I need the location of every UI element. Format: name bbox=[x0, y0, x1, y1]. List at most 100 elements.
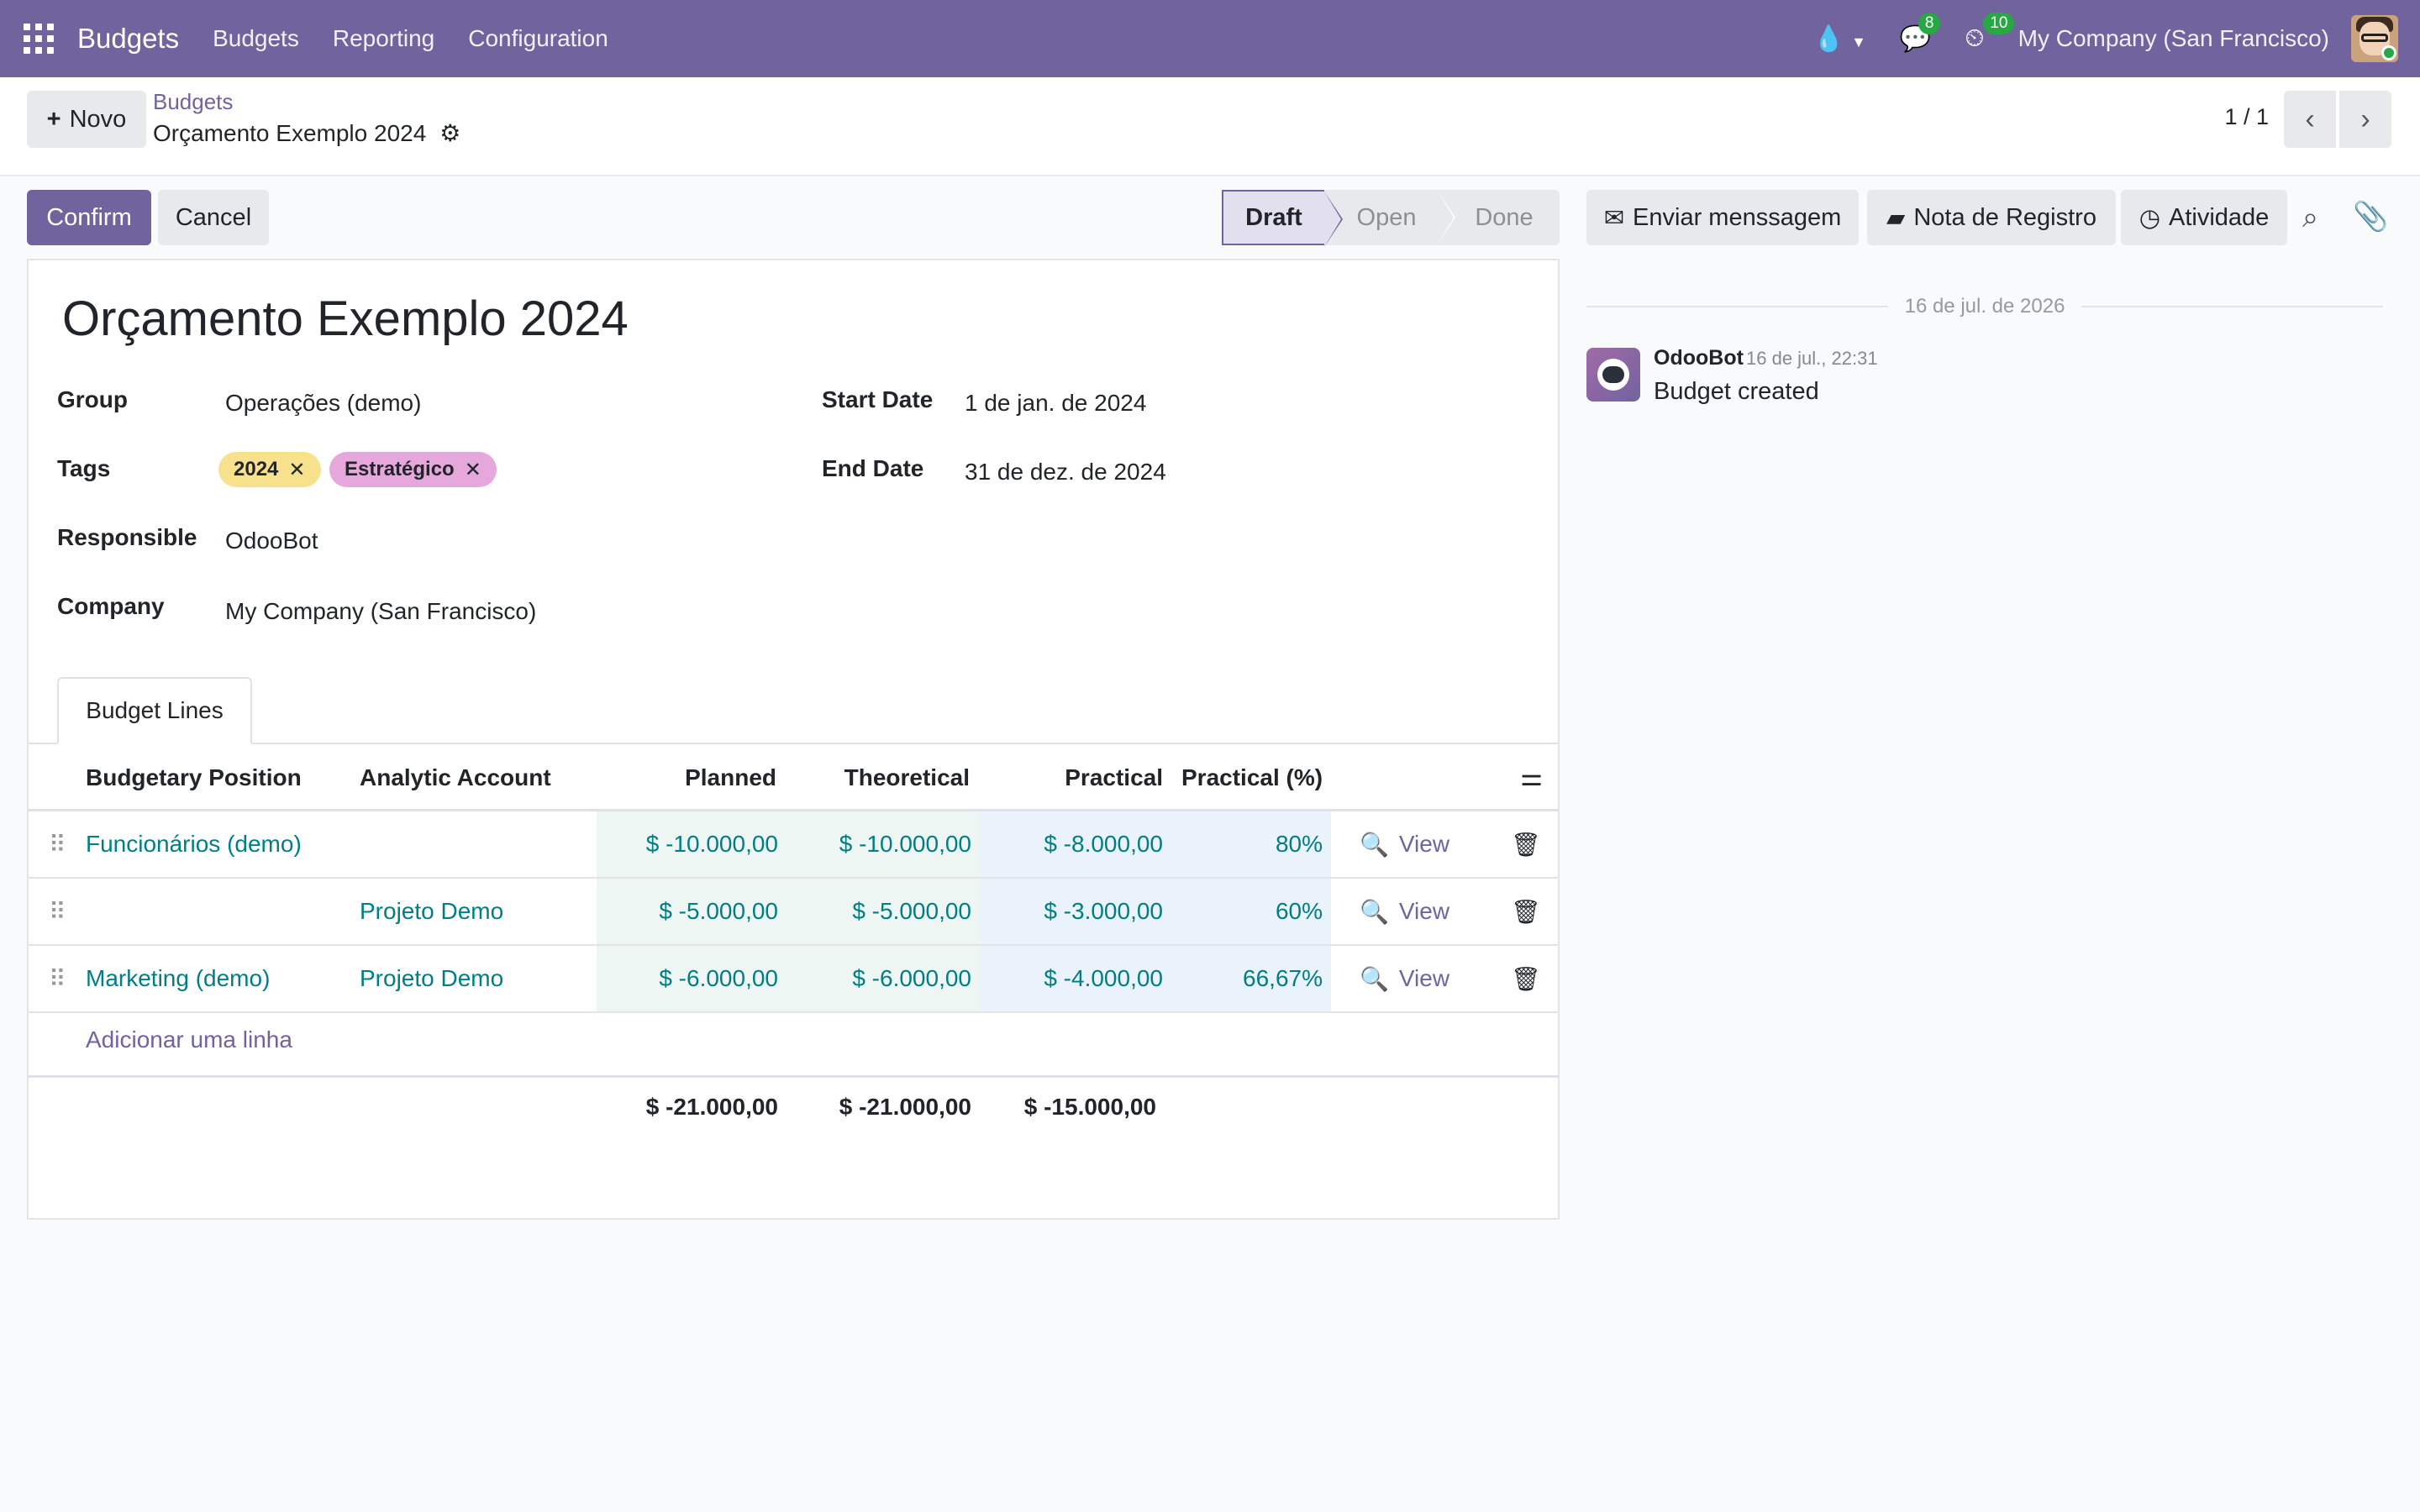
user-avatar[interactable] bbox=[2351, 15, 2398, 62]
start-date-label: Start Date bbox=[822, 386, 934, 412]
search-icon[interactable]: ⌕ bbox=[2302, 202, 2318, 234]
tags-label: Tags bbox=[57, 455, 111, 481]
budget-title[interactable]: Orçamento Exemplo 2024 bbox=[62, 291, 629, 347]
company-switcher[interactable]: My Company (San Francisco) bbox=[2018, 25, 2329, 52]
pager-previous-button[interactable]: ‹ bbox=[2284, 91, 2336, 148]
row-position[interactable] bbox=[86, 879, 363, 944]
row-planned[interactable]: $ -5.000,00 bbox=[597, 879, 786, 944]
cancel-button[interactable]: Cancel bbox=[158, 190, 269, 245]
group-field[interactable]: Operações (demo) bbox=[225, 390, 421, 417]
clock-icon: ◷ bbox=[2139, 204, 2160, 232]
col-practical-percent[interactable]: Practical (%) bbox=[1181, 764, 1323, 791]
row-percent: 80% bbox=[1171, 811, 1331, 877]
zoom-icon: 🔍 bbox=[1360, 898, 1389, 925]
breadcrumb-parent[interactable]: Budgets bbox=[153, 89, 233, 115]
row-percent: 60% bbox=[1171, 879, 1331, 944]
row-planned[interactable]: $ -6.000,00 bbox=[597, 946, 786, 1011]
drag-handle-icon[interactable]: ⠿ bbox=[49, 879, 66, 944]
add-line-link[interactable]: Adicionar uma linha bbox=[86, 1026, 292, 1053]
log-note-button[interactable]: ▰ Nota de Registro bbox=[1867, 190, 2116, 245]
send-message-button[interactable]: ✉ Enviar menssagem bbox=[1586, 190, 1859, 245]
drag-handle-icon[interactable]: ⠿ bbox=[49, 811, 66, 877]
responsible-label: Responsible bbox=[57, 524, 197, 550]
message-time: 16 de jul., 22:31 bbox=[1746, 348, 1878, 369]
row-account[interactable]: Projeto Demo bbox=[360, 946, 612, 1011]
odoobot-avatar[interactable] bbox=[1586, 348, 1640, 402]
activity-button[interactable]: ◷ Atividade bbox=[2121, 190, 2287, 245]
total-practical: $ -15.000,00 bbox=[1023, 1094, 1156, 1120]
menu-reporting[interactable]: Reporting bbox=[333, 25, 434, 52]
row-planned[interactable]: $ -10.000,00 bbox=[597, 811, 786, 877]
chevron-left-icon: ‹ bbox=[2305, 102, 2315, 135]
row-practical: $ -3.000,00 bbox=[980, 879, 1171, 944]
row-practical: $ -8.000,00 bbox=[980, 811, 1171, 877]
new-button[interactable]: + Novo bbox=[27, 91, 146, 148]
note-icon: ▰ bbox=[1886, 204, 1906, 232]
message-body: Budget created bbox=[1654, 378, 1819, 405]
debug-drop-icon[interactable]: 💧 ▼ bbox=[1813, 24, 1866, 54]
end-date-field[interactable]: 31 de dez. de 2024 bbox=[965, 459, 1166, 486]
pager-next-button[interactable]: › bbox=[2339, 91, 2391, 148]
tab-budget-lines[interactable]: Budget Lines bbox=[57, 677, 252, 744]
gear-icon[interactable]: ⚙ bbox=[439, 119, 460, 147]
view-button[interactable]: 🔍 View bbox=[1360, 879, 1449, 944]
total-theoretical: $ -21.000,00 bbox=[839, 1094, 971, 1120]
tag-estrategico: Estratégico ✕ bbox=[329, 452, 497, 487]
online-status-icon bbox=[2381, 45, 2396, 60]
start-date-field[interactable]: 1 de jan. de 2024 bbox=[965, 390, 1146, 417]
row-position[interactable]: Marketing (demo) bbox=[86, 946, 363, 1011]
col-practical[interactable]: Practical bbox=[978, 764, 1163, 791]
table-row[interactable]: ⠿ Projeto Demo $ -5.000,00 $ -5.000,00 $… bbox=[29, 879, 1558, 946]
zoom-icon: 🔍 bbox=[1360, 831, 1389, 858]
menu-budgets[interactable]: Budgets bbox=[213, 25, 299, 52]
col-budgetary-position[interactable]: Budgetary Position bbox=[86, 764, 302, 791]
apps-menu-icon[interactable] bbox=[24, 24, 54, 54]
chevron-right-icon: › bbox=[2360, 102, 2370, 135]
row-percent: 66,67% bbox=[1171, 946, 1331, 1011]
messages-icon[interactable]: 💬 8 bbox=[1900, 12, 1941, 54]
company-label: Company bbox=[57, 593, 165, 619]
col-analytic-account[interactable]: Analytic Account bbox=[360, 764, 551, 791]
tag-2024: 2024 ✕ bbox=[218, 452, 321, 487]
tag-remove-icon[interactable]: ✕ bbox=[465, 458, 481, 482]
view-button[interactable]: 🔍 View bbox=[1360, 946, 1449, 1011]
table-header: Budgetary Position Analytic Account Plan… bbox=[29, 744, 1558, 811]
menu-configuration[interactable]: Configuration bbox=[468, 25, 608, 52]
responsible-field[interactable]: OdooBot bbox=[225, 528, 318, 554]
row-practical: $ -4.000,00 bbox=[980, 946, 1171, 1011]
col-theoretical[interactable]: Theoretical bbox=[785, 764, 970, 791]
row-theoretical: $ -5.000,00 bbox=[786, 879, 980, 944]
row-theoretical: $ -6.000,00 bbox=[786, 946, 980, 1011]
trash-icon[interactable]: 🗑 bbox=[1511, 946, 1541, 1011]
tag-remove-icon[interactable]: ✕ bbox=[288, 458, 305, 482]
breadcrumb-current: Orçamento Exemplo 2024 ⚙ bbox=[153, 119, 461, 147]
total-planned: $ -21.000,00 bbox=[645, 1094, 778, 1120]
table-row[interactable]: ⠿ Funcionários (demo) $ -10.000,00 $ -10… bbox=[29, 811, 1558, 879]
app-name[interactable]: Budgets bbox=[77, 23, 179, 55]
company-field[interactable]: My Company (San Francisco) bbox=[225, 598, 536, 625]
end-date-label: End Date bbox=[822, 455, 924, 481]
zoom-icon: 🔍 bbox=[1360, 965, 1389, 992]
col-planned[interactable]: Planned bbox=[600, 764, 776, 791]
envelope-icon: ✉ bbox=[1603, 204, 1625, 232]
trash-icon[interactable]: 🗑 bbox=[1511, 879, 1541, 944]
top-navbar: Budgets Budgets Reporting Configuration … bbox=[0, 0, 2420, 77]
group-label: Group bbox=[57, 386, 128, 412]
confirm-button[interactable]: Confirm bbox=[27, 190, 151, 245]
column-settings-icon[interactable]: ⚌ bbox=[1520, 763, 1543, 792]
trash-icon[interactable]: 🗑 bbox=[1511, 811, 1541, 877]
activities-badge: 10 bbox=[1983, 13, 2015, 34]
drag-handle-icon[interactable]: ⠿ bbox=[49, 946, 66, 1011]
row-account[interactable] bbox=[360, 811, 612, 877]
control-panel: + Novo Budgets Orçamento Exemplo 2024 ⚙ 1… bbox=[0, 77, 2420, 176]
stage-draft[interactable]: Draft bbox=[1222, 190, 1343, 247]
message-author[interactable]: OdooBot bbox=[1654, 346, 1744, 370]
row-position[interactable]: Funcionários (demo) bbox=[86, 811, 363, 877]
row-account[interactable]: Projeto Demo bbox=[360, 879, 612, 944]
paperclip-icon[interactable]: 📎 bbox=[2353, 200, 2388, 234]
table-row[interactable]: ⠿ Marketing (demo) Projeto Demo $ -6.000… bbox=[29, 946, 1558, 1013]
activities-clock-icon[interactable]: ⏲ 10 bbox=[1965, 13, 2015, 53]
view-button[interactable]: 🔍 View bbox=[1360, 811, 1449, 877]
plus-icon: + bbox=[46, 105, 61, 133]
pager-value[interactable]: 1 / 1 bbox=[2224, 104, 2269, 130]
